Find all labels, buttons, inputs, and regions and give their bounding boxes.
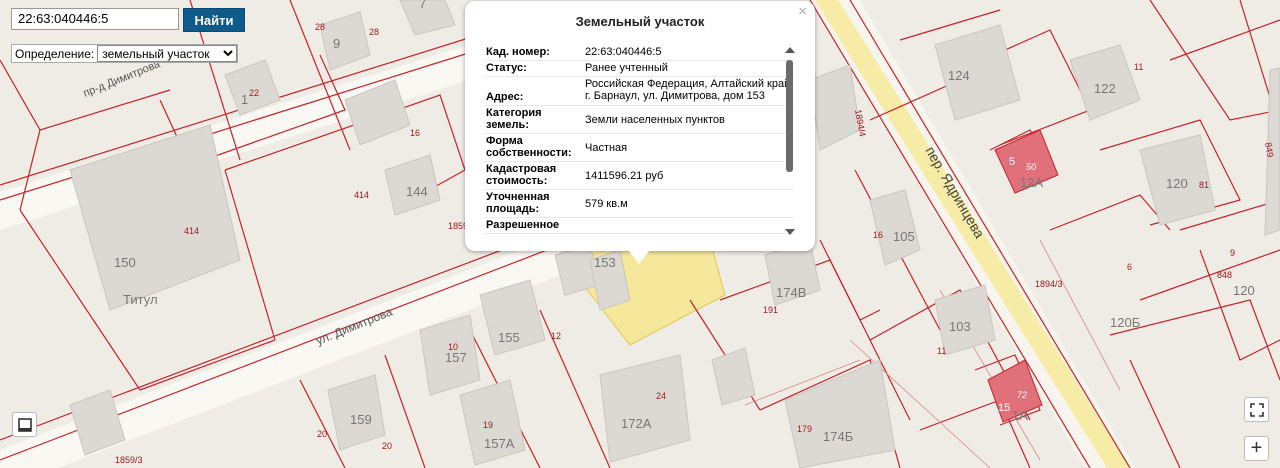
svg-text:11: 11 [937, 346, 946, 356]
svg-text:9: 9 [333, 36, 340, 51]
svg-text:122: 122 [1094, 81, 1116, 96]
svg-text:179: 179 [797, 424, 812, 434]
info-key: Категория земель [486, 107, 542, 131]
zoom-in-icon: + [1250, 437, 1263, 459]
svg-text:414: 414 [184, 226, 199, 236]
svg-text:24: 24 [656, 391, 666, 401]
svg-text:11: 11 [1134, 62, 1143, 72]
svg-text:16: 16 [410, 128, 420, 138]
svg-text:174В: 174В [776, 285, 806, 300]
definition-row: Определение: земельный участок [11, 44, 239, 63]
info-value: Российская Федерация, Алтайский край, г.… [585, 78, 794, 102]
svg-text:28: 28 [315, 22, 325, 32]
svg-text:124: 124 [948, 68, 970, 83]
info-value: 1411596.21 руб [585, 170, 664, 182]
svg-text:28: 28 [369, 27, 379, 37]
info-row-cadastral-value: Кадастровая стоимость: 1411596.21 руб [484, 162, 794, 190]
svg-text:9: 9 [1230, 248, 1235, 258]
svg-text:19: 19 [483, 420, 493, 430]
popup-body[interactable]: Кад. номер: 22:63:040446:5 Статус: Ранее… [484, 45, 794, 237]
svg-text:172А: 172А [621, 416, 652, 431]
svg-text:16: 16 [873, 230, 883, 240]
svg-text:159: 159 [350, 412, 372, 427]
cadastral-number-input[interactable]: 22:63:040446:5 [11, 8, 179, 30]
svg-text:1: 1 [241, 92, 248, 107]
layers-icon [17, 417, 32, 432]
svg-text:5: 5 [1009, 156, 1015, 168]
svg-text:7: 7 [419, 0, 426, 11]
info-key: Адрес [486, 91, 520, 103]
info-value: Ранее учтенный [585, 62, 668, 74]
svg-text:120: 120 [1166, 176, 1188, 191]
svg-text:157А: 157А [484, 436, 515, 451]
svg-text:174Б: 174Б [823, 429, 853, 444]
fullscreen-icon [1249, 402, 1264, 417]
svg-text:105: 105 [893, 229, 915, 244]
svg-text:191: 191 [763, 305, 778, 315]
svg-text:20: 20 [317, 429, 327, 439]
svg-text:12: 12 [551, 331, 561, 341]
info-key: Форма собственности [486, 135, 568, 159]
svg-text:81: 81 [1199, 180, 1209, 190]
svg-text:414: 414 [354, 190, 369, 200]
layers-button[interactable] [12, 412, 37, 437]
info-key: Кад. номер [486, 46, 547, 58]
info-row-cadastral-number: Кад. номер: 22:63:040446:5 [484, 45, 794, 61]
definition-label: Определение: [15, 46, 95, 61]
svg-text:10: 10 [448, 342, 458, 352]
svg-text:120: 120 [1233, 283, 1255, 298]
info-row-land-category: Категория земель: Земли населенных пункт… [484, 106, 794, 134]
popup-pointer [628, 250, 650, 264]
svg-text:1А: 1А [1012, 408, 1028, 423]
svg-text:120Б: 120Б [1110, 315, 1140, 330]
info-key: Кадастровая стоимость [486, 163, 557, 187]
scroll-up-arrow[interactable] [785, 47, 795, 53]
info-value: 579 кв.м [585, 198, 628, 210]
scroll-down-arrow[interactable] [785, 229, 795, 235]
info-row-address: Адрес: Российская Федерация, Алтайский к… [484, 77, 794, 106]
info-row-status: Статус: Ранее учтенный [484, 61, 794, 77]
svg-text:150: 150 [114, 255, 136, 270]
info-row-ownership: Форма собственности: Частная [484, 134, 794, 162]
svg-text:22: 22 [249, 88, 259, 98]
info-row-area: Уточненная площадь: 579 кв.м [484, 190, 794, 218]
svg-text:15: 15 [998, 402, 1010, 414]
svg-text:1894/3: 1894/3 [1035, 279, 1063, 289]
info-value: Частная [585, 142, 628, 154]
scrollbar-thumb[interactable] [786, 60, 793, 172]
svg-text:20: 20 [382, 441, 392, 451]
svg-text:50: 50 [1026, 162, 1036, 172]
info-value: 22:63:040446:5 [585, 46, 662, 58]
info-value [585, 218, 794, 233]
info-key: Статус [486, 62, 524, 74]
info-key: Разрешенное [486, 219, 560, 231]
zoom-in-button[interactable]: + [1244, 436, 1269, 461]
svg-text:12А: 12А [1020, 175, 1043, 190]
svg-text:153: 153 [594, 255, 616, 270]
svg-text:Титул: Титул [123, 292, 158, 307]
svg-text:6: 6 [1127, 262, 1132, 272]
info-value: Земли населенных пунктов [585, 114, 725, 126]
parcel-info-popup: × Земельный участок Кад. номер: 22:63:04… [465, 1, 815, 251]
svg-text:103: 103 [949, 319, 971, 334]
svg-text:848: 848 [1217, 270, 1232, 280]
svg-text:72: 72 [1017, 390, 1027, 400]
svg-text:157: 157 [445, 350, 467, 365]
fullscreen-button[interactable] [1244, 397, 1269, 422]
svg-text:144: 144 [406, 184, 428, 199]
definition-select[interactable]: земельный участок [97, 45, 238, 62]
svg-text:155: 155 [498, 330, 520, 345]
popup-title: Земельный участок [575, 14, 705, 29]
find-button[interactable]: Найти [183, 8, 245, 32]
info-key: Уточненная площадь [486, 191, 550, 215]
info-row-permitted-use: Разрешенное [484, 218, 794, 234]
svg-text:1859/3: 1859/3 [115, 455, 143, 465]
